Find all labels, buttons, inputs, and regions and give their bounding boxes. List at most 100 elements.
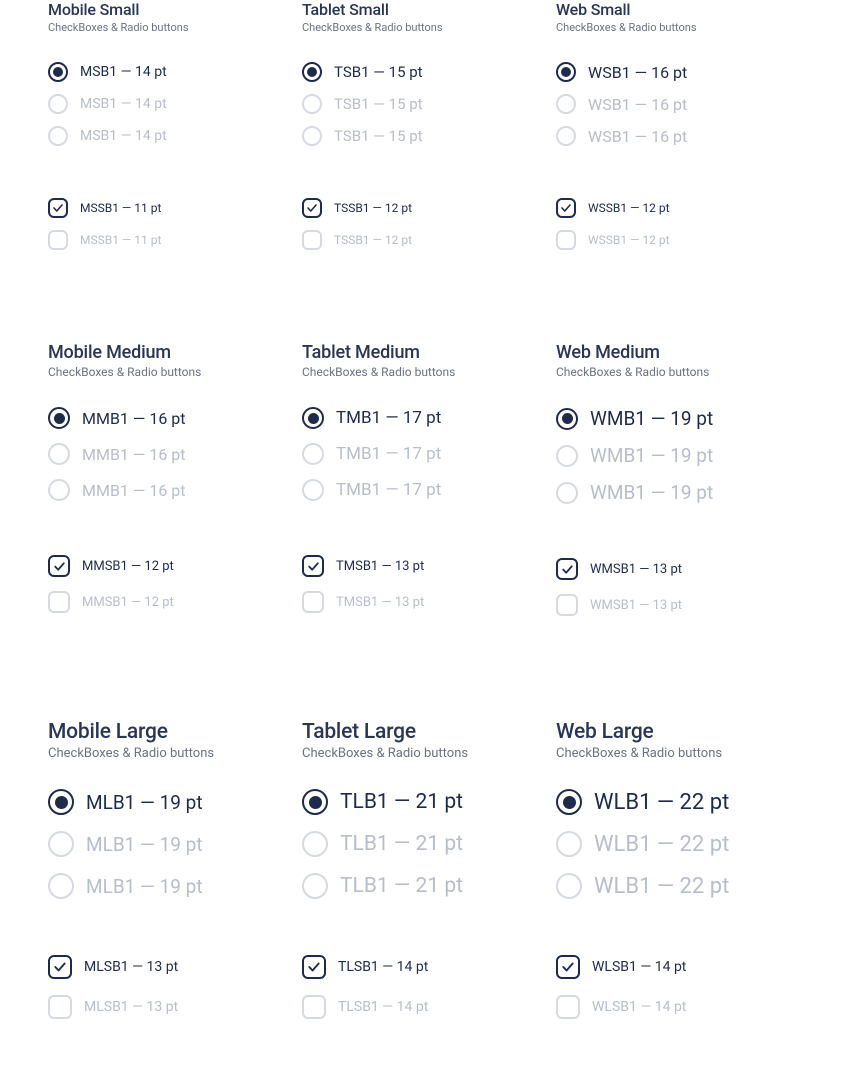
radio-selected-icon [302,789,328,815]
radio-label: TLB1 — 21 pt [340,874,463,898]
checkbox-option[interactable]: MMSB1 — 12 pt [48,555,290,577]
radio-label: TLB1 — 21 pt [340,790,463,814]
checkbox-option[interactable]: WMSB1 — 13 pt [556,594,798,616]
section-title: Mobile Large [48,720,290,744]
radio-label: MSB1 — 14 pt [80,96,167,112]
radio-option[interactable]: TSB1 — 15 pt [302,62,544,82]
radio-empty-icon [48,94,68,114]
checkbox-empty-icon [302,995,326,1019]
radio-group: WLB1 — 22 pt WLB1 — 22 pt WLB1 — 22 pt [556,789,798,915]
radio-label: MLB1 — 19 pt [86,833,203,856]
checkbox-option[interactable]: TLSB1 — 14 pt [302,995,544,1019]
radio-group: TLB1 — 21 pt TLB1 — 21 pt TLB1 — 21 pt [302,789,544,915]
checkbox-option[interactable]: WSSB1 — 12 pt [556,198,798,218]
radio-option[interactable]: TLB1 — 21 pt [302,831,544,857]
checkbox-label: MLSB1 — 13 pt [84,959,178,975]
radio-label: WMB1 — 19 pt [590,481,713,504]
checkbox-label: WLSB1 — 14 pt [592,959,686,975]
checkbox-label: TMSB1 — 13 pt [336,559,424,574]
radio-empty-icon [302,831,328,857]
radio-option[interactable]: WMB1 — 19 pt [556,481,798,504]
checkbox-option[interactable]: MSSB1 — 11 pt [48,230,290,250]
radio-option[interactable]: TLB1 — 21 pt [302,789,544,815]
radio-option[interactable]: MMB1 — 16 pt [48,443,290,465]
section-subtitle: CheckBoxes & Radio buttons [48,365,290,379]
radio-option[interactable]: MSB1 — 14 pt [48,94,290,114]
radio-option[interactable]: TSB1 — 15 pt [302,126,544,146]
radio-empty-icon [556,831,582,857]
checkbox-option[interactable]: TSSB1 — 12 pt [302,230,544,250]
checkbox-checked-icon [48,955,72,979]
section-title: Web Medium [556,342,798,363]
radio-selected-icon [556,408,578,430]
radio-selected-icon [302,62,322,82]
checkbox-label: TLSB1 — 14 pt [338,999,428,1015]
radio-label: MMB1 — 16 pt [82,481,186,500]
radio-group: TMB1 — 17 pt TMB1 — 17 pt TMB1 — 17 pt [302,407,544,515]
checkbox-option[interactable]: WLSB1 — 14 pt [556,995,798,1019]
radio-label: WMB1 — 19 pt [590,407,713,430]
radio-option[interactable]: WMB1 — 19 pt [556,444,798,467]
radio-option[interactable]: WLB1 — 22 pt [556,873,798,899]
checkbox-option[interactable]: TLSB1 — 14 pt [302,955,544,979]
checkbox-label: MMSB1 — 12 pt [82,595,174,610]
radio-option[interactable]: TSB1 — 15 pt [302,94,544,114]
radio-empty-icon [302,94,322,114]
radio-option[interactable]: MSB1 — 14 pt [48,62,290,82]
checkbox-option[interactable]: WLSB1 — 14 pt [556,955,798,979]
radio-label: TLB1 — 21 pt [340,832,463,856]
checkbox-option[interactable]: TSSB1 — 12 pt [302,198,544,218]
radio-group: MLB1 — 19 pt MLB1 — 19 pt MLB1 — 19 pt [48,789,290,915]
radio-label: TMB1 — 17 pt [336,408,441,428]
radio-option[interactable]: MMB1 — 16 pt [48,479,290,501]
section-medium-col2: Web MediumCheckBoxes & Radio buttonsWMB1… [556,262,798,630]
radio-option[interactable]: TMB1 — 17 pt [302,443,544,465]
radio-empty-icon [556,445,578,467]
section-subtitle: CheckBoxes & Radio buttons [48,21,290,34]
checkbox-checked-icon [556,955,580,979]
checkbox-option[interactable]: MMSB1 — 12 pt [48,591,290,613]
radio-selected-icon [48,62,68,82]
radio-label: WLB1 — 22 pt [594,874,729,899]
radio-option[interactable]: MLB1 — 19 pt [48,873,290,899]
radio-option[interactable]: WSB1 — 16 pt [556,126,798,146]
radio-label: MMB1 — 16 pt [82,409,186,428]
radio-option[interactable]: MSB1 — 14 pt [48,126,290,146]
radio-option[interactable]: TMB1 — 17 pt [302,407,544,429]
checkbox-option[interactable]: TMSB1 — 13 pt [302,555,544,577]
radio-option[interactable]: MMB1 — 16 pt [48,407,290,429]
radio-option[interactable]: TMB1 — 17 pt [302,479,544,501]
checkbox-option[interactable]: WMSB1 — 13 pt [556,558,798,580]
radio-option[interactable]: WMB1 — 19 pt [556,407,798,430]
radio-option[interactable]: WLB1 — 22 pt [556,789,798,815]
radio-empty-icon [556,126,576,146]
radio-group: MSB1 — 14 pt MSB1 — 14 pt MSB1 — 14 pt [48,62,290,158]
radio-label: WMB1 — 19 pt [590,444,713,467]
radio-option[interactable]: TLB1 — 21 pt [302,873,544,899]
checkbox-empty-icon [48,230,68,250]
radio-option[interactable]: MLB1 — 19 pt [48,789,290,815]
radio-option[interactable]: WLB1 — 22 pt [556,831,798,857]
radio-option[interactable]: WSB1 — 16 pt [556,62,798,82]
checkbox-empty-icon [48,591,70,613]
checkbox-checked-icon [556,558,578,580]
radio-label: TSB1 — 15 pt [334,63,423,81]
checkbox-group: TLSB1 — 14 pt TLSB1 — 14 pt [302,955,544,1035]
radio-option[interactable]: MLB1 — 19 pt [48,831,290,857]
radio-label: WSB1 — 16 pt [588,63,687,82]
checkbox-group: WLSB1 — 14 pt WLSB1 — 14 pt [556,955,798,1035]
radio-label: MLB1 — 19 pt [86,875,203,898]
checkbox-checked-icon [302,555,324,577]
radio-label: WLB1 — 22 pt [594,832,729,857]
checkbox-option[interactable]: WSSB1 — 12 pt [556,230,798,250]
section-title: Tablet Small [302,0,544,19]
radio-selected-icon [48,407,70,429]
radio-option[interactable]: WSB1 — 16 pt [556,94,798,114]
checkbox-group: TSSB1 — 12 pt TSSB1 — 12 pt [302,198,544,262]
checkbox-option[interactable]: MLSB1 — 13 pt [48,995,290,1019]
checkbox-option[interactable]: MSSB1 — 11 pt [48,198,290,218]
checkbox-option[interactable]: MLSB1 — 13 pt [48,955,290,979]
checkbox-option[interactable]: TMSB1 — 13 pt [302,591,544,613]
checkbox-group: MMSB1 — 12 pt MMSB1 — 12 pt [48,555,290,627]
section-subtitle: CheckBoxes & Radio buttons [556,746,798,761]
